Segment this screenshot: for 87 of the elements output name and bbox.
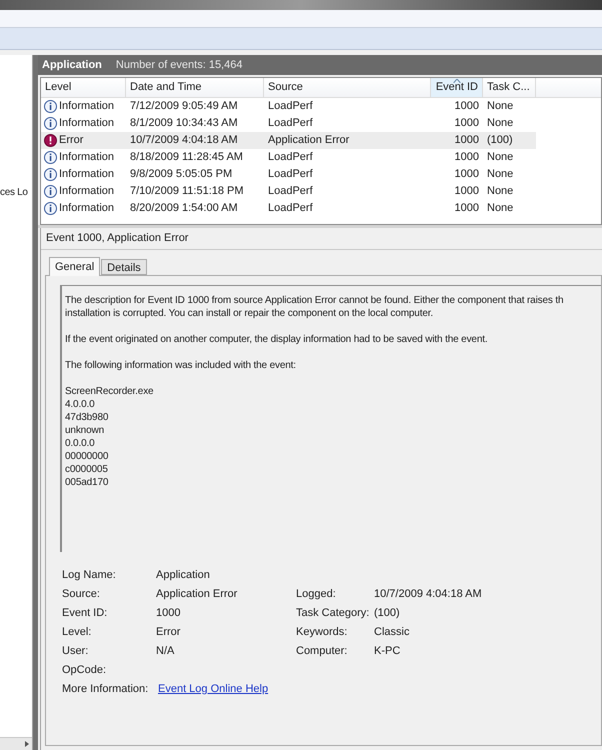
property-value: Application xyxy=(156,568,210,583)
property-label: Keywords: xyxy=(296,624,348,640)
property-value: K-PC xyxy=(374,644,400,659)
date-cell-text: 10/7/2009 4:04:18 AM xyxy=(129,133,239,148)
level-cell-text: Information xyxy=(59,99,114,114)
task-cell-text: None xyxy=(486,167,514,182)
task-cell-text: None xyxy=(486,201,514,216)
source-cell-text: LoadPerf xyxy=(267,99,314,114)
column-header[interactable]: Date and Time xyxy=(126,78,264,97)
horizontal-scrollbar[interactable] xyxy=(0,737,32,750)
info-icon xyxy=(44,117,57,130)
tree-item[interactable]: ces Lo xyxy=(0,185,32,200)
event-title: Event 1000, Application Error xyxy=(46,231,188,246)
source-cell-text: LoadPerf xyxy=(267,116,314,132)
task-cell-text: None xyxy=(486,99,514,114)
event-id-cell-text: 1000 xyxy=(454,133,480,148)
property-label: Log Name: xyxy=(62,568,117,583)
level-cell-text: Information xyxy=(59,201,114,216)
description-text: The following information was included with the event: xyxy=(65,359,297,372)
level-cell-text: Information xyxy=(59,116,114,132)
task-cell-text: None xyxy=(486,150,514,166)
property-value: 10/7/2009 4:04:18 AM xyxy=(374,586,482,602)
task-cell-text: (100) xyxy=(486,133,514,148)
tab[interactable]: General xyxy=(49,257,100,276)
date-cell-text: 9/8/2009 5:05:05 PM xyxy=(129,167,234,182)
event-row[interactable]: Error 10/7/2009 4:04:18 AM Application Error 1000 (100) xyxy=(41,132,536,149)
task-cell-text: None xyxy=(486,116,514,132)
sort-up-icon xyxy=(453,79,460,83)
property-value: Application Error xyxy=(156,586,238,602)
info-icon xyxy=(44,168,57,181)
event-id-cell-text: 1000 xyxy=(454,201,480,216)
column-header[interactable]: Event ID xyxy=(431,78,483,97)
source-cell-text: LoadPerf xyxy=(267,167,314,182)
info-icon xyxy=(44,151,57,164)
level-cell-text: Information xyxy=(59,167,114,182)
column-header[interactable]: Task C... xyxy=(483,78,536,97)
event-row[interactable]: Information 8/18/2009 11:28:45 AM LoadPerf 1000 None xyxy=(41,149,536,166)
event-row[interactable]: Information 9/8/2009 5:05:05 PM LoadPerf 1000 None xyxy=(41,166,536,183)
property-label: Level: xyxy=(62,624,92,640)
tab[interactable]: Details xyxy=(101,259,147,275)
property-label: Source: xyxy=(62,586,101,602)
level-cell-text: Information xyxy=(59,184,114,200)
property-label: Event ID: xyxy=(62,606,108,621)
property-label: Logged: xyxy=(296,586,337,602)
column-header[interactable]: Level xyxy=(41,78,126,97)
date-cell-text: 7/10/2009 11:51:18 PM xyxy=(129,184,245,200)
source-cell-text: Application Error xyxy=(267,133,350,148)
description-text: If the event originated on another computer, the display information had to be saved with the event. xyxy=(65,333,489,346)
level-cell-text: Error xyxy=(59,133,84,148)
error-icon xyxy=(44,134,57,147)
date-cell-text: 7/12/2009 9:05:49 AM xyxy=(129,99,239,114)
property-label: Task Category: xyxy=(296,606,370,621)
date-cell-text: 8/1/2009 10:34:43 AM xyxy=(129,116,239,132)
property-value: Error xyxy=(156,624,180,640)
property-label: User: xyxy=(62,644,90,659)
description-text: The description for Event ID 1000 from source Application Error cannot be found. Either the component that raises th installation is corrupted. You can install or repair the component on the local computer. xyxy=(65,294,564,320)
date-cell-text: 8/20/2009 1:54:00 AM xyxy=(129,201,239,216)
date-cell-text: 8/18/2009 11:28:45 AM xyxy=(129,150,244,166)
event-row[interactable]: Information 7/10/2009 11:51:18 PM LoadPerf 1000 None xyxy=(41,183,536,200)
level-cell-text: Information xyxy=(59,150,114,166)
info-icon xyxy=(44,202,57,215)
help-link[interactable]: Event Log Online Help xyxy=(158,680,268,698)
event-id-cell-text: 1000 xyxy=(454,116,480,132)
property-label: Computer: xyxy=(296,644,348,659)
event-id-cell-text: 1000 xyxy=(454,184,480,200)
event-id-cell-text: 1000 xyxy=(454,167,480,182)
property-label: More Information: xyxy=(62,682,150,697)
property-value: N/A xyxy=(156,644,174,659)
info-icon xyxy=(44,100,57,113)
event-row[interactable]: Information 7/12/2009 9:05:49 AM LoadPerf 1000 None xyxy=(41,98,536,115)
info-icon xyxy=(44,185,57,198)
description-text: ScreenRecorder.exe 4.0.0.0 47d3b980 unknown 0.0.0.0 00000000 c0000005 005ad170 xyxy=(65,385,154,489)
event-row[interactable]: Information 8/20/2009 1:54:00 AM LoadPerf 1000 None xyxy=(41,200,536,217)
event-id-cell-text: 1000 xyxy=(454,150,480,166)
property-value: 1000 xyxy=(156,606,180,621)
log-name: Application xyxy=(42,58,102,73)
property-value: (100) xyxy=(374,606,400,621)
property-label: OpCode: xyxy=(62,662,108,678)
task-cell-text: None xyxy=(486,184,514,200)
right-arrow-icon[interactable] xyxy=(25,741,29,747)
property-value: Classic xyxy=(374,624,410,640)
event-count: Number of events: 15,464 xyxy=(116,58,242,73)
source-cell-text: LoadPerf xyxy=(267,150,314,166)
event-id-cell-text: 1000 xyxy=(454,99,480,114)
event-row[interactable]: Information 8/1/2009 10:34:43 AM LoadPerf 1000 None xyxy=(41,115,536,132)
source-cell-text: LoadPerf xyxy=(267,201,314,216)
source-cell-text: LoadPerf xyxy=(267,184,314,200)
